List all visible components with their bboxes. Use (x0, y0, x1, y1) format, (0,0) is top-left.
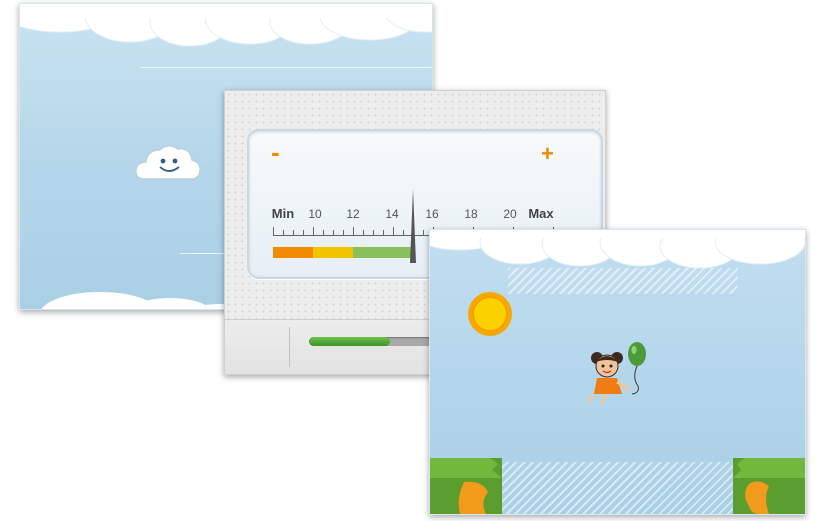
scale-label: 16 (425, 207, 439, 221)
divider-line (140, 67, 432, 68)
scale-tick (423, 230, 424, 236)
scale-label: 20 (503, 207, 517, 221)
scale-tick (343, 230, 344, 236)
scale-tick (333, 230, 334, 236)
progress-fill (309, 337, 391, 346)
scale-label-max: Max (528, 206, 554, 221)
color-band (313, 247, 353, 258)
scale-label: 12 (346, 207, 360, 221)
color-band (273, 247, 313, 258)
balloon-game-screen (429, 229, 806, 515)
right-cliff (733, 458, 805, 514)
scale-tick (293, 230, 294, 236)
scale-tick (303, 230, 304, 236)
scale-tick (393, 227, 394, 236)
hatched-banner (508, 268, 738, 294)
smiling-cloud-icon[interactable] (133, 139, 203, 187)
left-cliff (430, 458, 502, 514)
girl-with-balloon-icon[interactable] (582, 338, 652, 414)
scale-label-min: Min (271, 206, 295, 221)
scale-label: 14 (385, 207, 399, 221)
scale-tick (363, 230, 364, 236)
scale-tick (283, 230, 284, 236)
decrease-button[interactable]: - (271, 137, 280, 168)
scale-tick (383, 230, 384, 236)
color-band (353, 247, 413, 258)
scale-tick (313, 227, 314, 236)
scale-tick (323, 230, 324, 236)
sun-icon (468, 292, 512, 336)
scale-tick (373, 230, 374, 236)
scale-tick (273, 227, 274, 236)
scale-tick (403, 230, 404, 236)
increase-button[interactable]: + (541, 141, 554, 167)
scale-label: 10 (308, 207, 322, 221)
footer-divider (289, 327, 290, 367)
top-clouds (20, 4, 432, 47)
progress-bar (309, 337, 449, 346)
scale-label: 18 (464, 207, 478, 221)
gauge-needle[interactable] (410, 189, 416, 263)
hatched-ground (498, 462, 734, 514)
scale-tick (353, 227, 354, 236)
